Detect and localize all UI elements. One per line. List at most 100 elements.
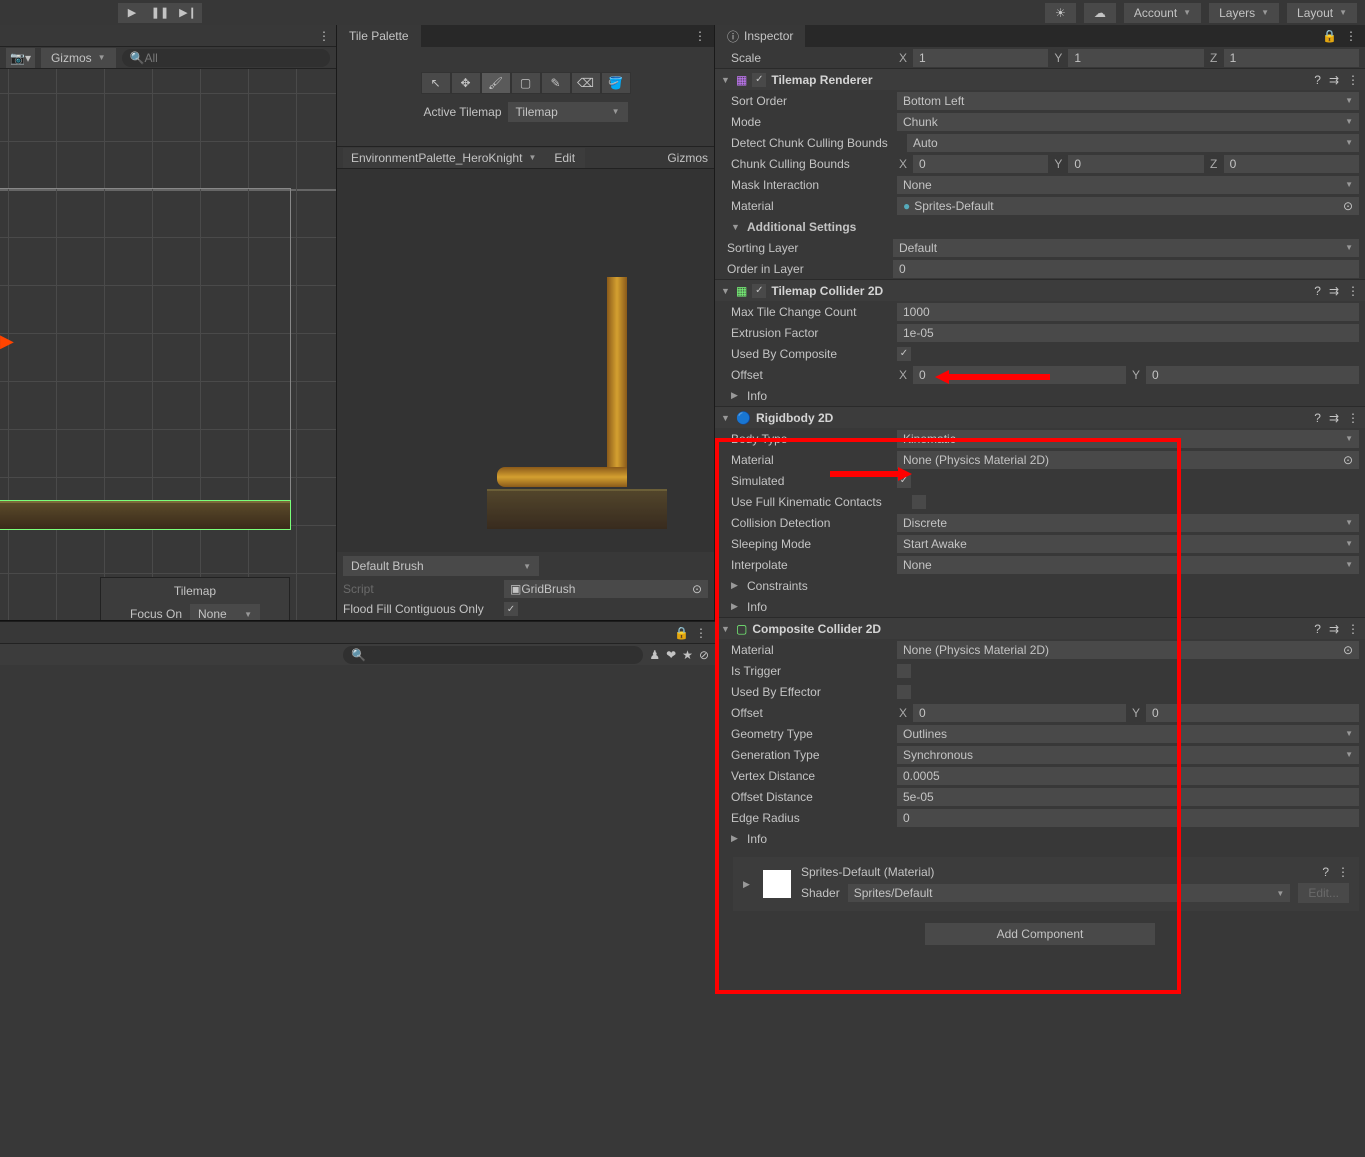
scale-z[interactable]: 1	[1224, 49, 1359, 67]
info-foldout[interactable]: ▶Info	[715, 385, 1365, 406]
brush-tool[interactable]: 🖌	[481, 72, 511, 94]
body-type-dropdown[interactable]: Kinematic▼	[897, 430, 1359, 448]
vertex-field[interactable]: 0.0005	[897, 767, 1359, 785]
camera-icon[interactable]: 📷▾	[6, 48, 35, 68]
composite-label: Used By Composite	[731, 347, 891, 361]
scene-canvas[interactable]: ▶ Tilemap Focus On None▼	[0, 69, 336, 620]
help-icon[interactable]: ?	[1322, 865, 1329, 879]
help-icon[interactable]: ?	[1314, 622, 1321, 636]
menu-icon[interactable]: ⋮	[686, 29, 714, 43]
project-search[interactable]: 🔍	[343, 646, 643, 664]
edit-button[interactable]: Edit	[544, 148, 585, 168]
order-field[interactable]: 0	[893, 260, 1359, 278]
menu-icon[interactable]: ⋮	[1347, 411, 1359, 425]
offset-y[interactable]: 0	[1146, 366, 1359, 384]
extrusion-field[interactable]: 1e-05	[897, 324, 1359, 342]
help-icon[interactable]: ?	[1314, 411, 1321, 425]
preset-icon[interactable]: ⇉	[1329, 411, 1339, 425]
mode-dropdown[interactable]: Chunk▼	[897, 113, 1359, 131]
move-tool[interactable]: ✥	[451, 72, 481, 94]
component-header[interactable]: ▼▢Composite Collider 2D?⇉⋮	[715, 617, 1365, 639]
preset-icon[interactable]: ⇉	[1329, 622, 1339, 636]
lock-icon[interactable]: 🔒	[674, 626, 689, 640]
palette-gizmos[interactable]: Gizmos	[667, 151, 708, 165]
pause-button[interactable]: ❚❚	[146, 3, 174, 23]
cc-offset-x[interactable]: 0	[913, 704, 1126, 722]
script-label: Script	[343, 582, 498, 596]
is-trigger-checkbox[interactable]	[897, 664, 911, 678]
step-button[interactable]: ▶❙	[174, 3, 202, 23]
component-header[interactable]: ▼🔵Rigidbody 2D?⇉⋮	[715, 406, 1365, 428]
detect-dropdown[interactable]: Auto▼	[907, 134, 1359, 152]
light-icon[interactable]: ☀	[1045, 3, 1076, 23]
component-header[interactable]: ▼▦✓Tilemap Renderer?⇉⋮	[715, 68, 1365, 90]
scale-x[interactable]: 1	[913, 49, 1048, 67]
sorting-layer-dropdown[interactable]: Default▼	[893, 239, 1359, 257]
rb-material-field[interactable]: None (Physics Material 2D)⊙	[897, 451, 1359, 469]
sleeping-dropdown[interactable]: Start Awake▼	[897, 535, 1359, 553]
enable-checkbox[interactable]: ✓	[752, 284, 766, 298]
enable-checkbox[interactable]: ✓	[752, 73, 766, 87]
additional-settings-foldout[interactable]: ▼Additional Settings	[715, 216, 1365, 237]
cc-offset-y[interactable]: 0	[1146, 704, 1359, 722]
scale-y[interactable]: 1	[1068, 49, 1203, 67]
menu-icon[interactable]: ⋮	[1347, 284, 1359, 298]
component-header[interactable]: ▼▦✓Tilemap Collider 2D?⇉⋮	[715, 279, 1365, 301]
lock-icon[interactable]: 🔒	[1322, 29, 1337, 43]
scene-search[interactable]: 🔍 All	[122, 49, 330, 67]
layers-menu[interactable]: Layers▼	[1209, 3, 1279, 23]
help-icon[interactable]: ?	[1314, 73, 1321, 87]
preset-icon[interactable]: ⇉	[1329, 73, 1339, 87]
max-tile-field[interactable]: 1000	[897, 303, 1359, 321]
interpolate-dropdown[interactable]: None▼	[897, 556, 1359, 574]
account-menu[interactable]: Account▼	[1124, 3, 1201, 23]
offset-dist-field[interactable]: 5e-05	[897, 788, 1359, 806]
menu-icon[interactable]: ⋮	[1347, 622, 1359, 636]
tab-tile-palette[interactable]: Tile Palette	[337, 25, 421, 47]
sort-order-dropdown[interactable]: Bottom Left▼	[897, 92, 1359, 110]
flood-fill-checkbox[interactable]: ✓	[504, 602, 518, 616]
select-tool[interactable]: ↖	[421, 72, 451, 94]
collision-dropdown[interactable]: Discrete▼	[897, 514, 1359, 532]
menu-icon[interactable]: ⋮	[1345, 29, 1357, 43]
play-button[interactable]: ▶	[118, 3, 146, 23]
info-foldout[interactable]: ▶Info	[715, 828, 1365, 849]
menu-icon[interactable]: ⋮	[695, 626, 707, 640]
simulated-checkbox[interactable]: ✓	[897, 474, 911, 488]
palette-canvas[interactable]	[337, 169, 714, 552]
tab-inspector[interactable]: ⓘInspector	[715, 25, 805, 47]
palette-asset-dropdown[interactable]: EnvironmentPalette_HeroKnight▼	[343, 148, 544, 168]
edge-field[interactable]: 0	[897, 809, 1359, 827]
kinematic-contacts-checkbox[interactable]	[912, 495, 926, 509]
star-icon[interactable]: ★	[682, 648, 693, 662]
generation-dropdown[interactable]: Synchronous▼	[897, 746, 1359, 764]
add-component-button[interactable]: Add Component	[925, 923, 1155, 945]
info-foldout[interactable]: ▶Info	[715, 596, 1365, 617]
hidden-icon[interactable]: ⊘	[699, 648, 709, 662]
favorite-icon[interactable]: ❤	[666, 648, 676, 662]
menu-icon[interactable]: ⋮	[1347, 73, 1359, 87]
effector-checkbox[interactable]	[897, 685, 911, 699]
active-tilemap-dropdown[interactable]: Tilemap▼	[508, 102, 628, 122]
brush-dropdown[interactable]: Default Brush▼	[343, 556, 539, 576]
geometry-dropdown[interactable]: Outlines▼	[897, 725, 1359, 743]
menu-icon[interactable]: ⋮	[1337, 865, 1349, 879]
material-field[interactable]: ●Sprites-Default⊙	[897, 197, 1359, 215]
extrusion-label: Extrusion Factor	[731, 326, 891, 340]
eraser-tool[interactable]: ⌫	[571, 72, 601, 94]
menu-icon[interactable]: ⋮	[318, 29, 330, 43]
box-tool[interactable]: ▢	[511, 72, 541, 94]
cloud-icon[interactable]: ☁	[1084, 3, 1116, 23]
fill-tool[interactable]: 🪣	[601, 72, 631, 94]
layout-menu[interactable]: Layout▼	[1287, 3, 1357, 23]
offset-x[interactable]: 0	[913, 366, 1126, 384]
cc-material-field[interactable]: None (Physics Material 2D)⊙	[897, 641, 1359, 659]
filter-icon[interactable]: ♟	[649, 648, 660, 662]
help-icon[interactable]: ?	[1314, 284, 1321, 298]
composite-checkbox[interactable]: ✓	[897, 347, 911, 361]
constraints-foldout[interactable]: ▶Constraints	[715, 575, 1365, 596]
preset-icon[interactable]: ⇉	[1329, 284, 1339, 298]
mask-dropdown[interactable]: None▼	[897, 176, 1359, 194]
picker-tool[interactable]: ✎	[541, 72, 571, 94]
gizmos-dropdown[interactable]: Gizmos▼	[41, 48, 116, 68]
